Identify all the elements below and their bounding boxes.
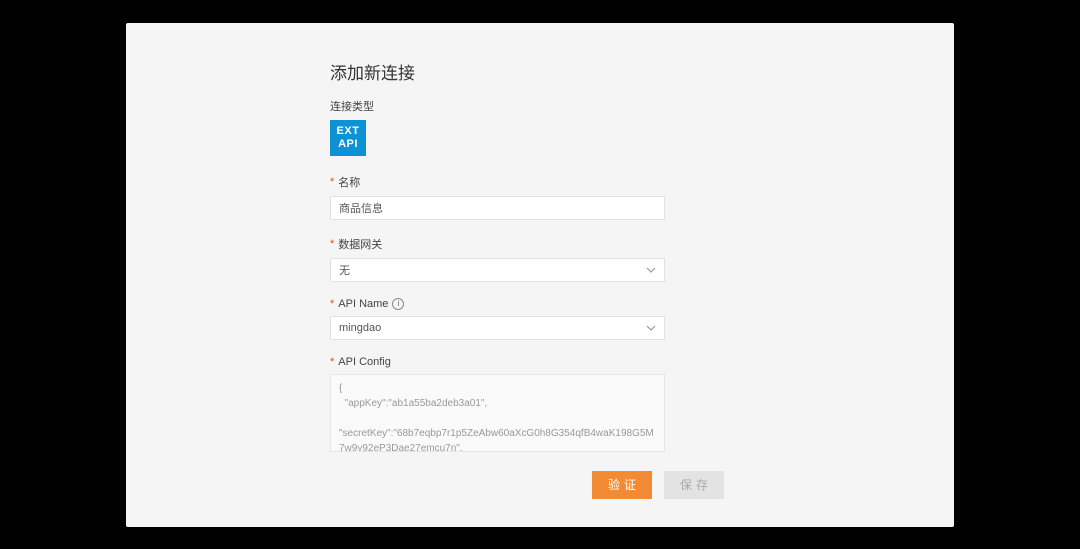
- button-row: 验证 保存: [592, 471, 724, 499]
- tag-line-2: API: [338, 138, 358, 151]
- gateway-label: * 数据网关: [330, 236, 830, 252]
- required-asterisk: *: [330, 238, 334, 250]
- dialog-panel: 添加新连接 连接类型 EXT API * 名称 * 数据网关 无: [126, 23, 954, 527]
- verify-button[interactable]: 验证: [592, 471, 652, 499]
- chevron-down-icon: [646, 265, 656, 275]
- name-input[interactable]: [330, 196, 665, 220]
- connection-type-label: 连接类型: [330, 98, 830, 114]
- api-config-field: * API Config: [330, 356, 830, 457]
- page-title: 添加新连接: [330, 59, 830, 84]
- tag-line-1: EXT: [337, 125, 360, 138]
- required-asterisk: *: [330, 356, 334, 368]
- gateway-select[interactable]: 无: [330, 258, 665, 282]
- api-name-label: * API Name i: [330, 298, 830, 310]
- api-config-textarea[interactable]: [330, 374, 665, 452]
- required-asterisk: *: [330, 176, 334, 188]
- form-container: 添加新连接 连接类型 EXT API * 名称 * 数据网关 无: [330, 59, 830, 457]
- connection-type-field: 连接类型 EXT API: [330, 98, 830, 156]
- api-name-field: * API Name i mingdao: [330, 298, 830, 340]
- api-name-select[interactable]: mingdao: [330, 316, 665, 340]
- name-field: * 名称: [330, 174, 830, 220]
- gateway-field: * 数据网关 无: [330, 236, 830, 282]
- api-name-value: mingdao: [339, 322, 381, 334]
- gateway-value: 无: [339, 262, 350, 278]
- chevron-down-icon: [646, 323, 656, 333]
- ext-api-tag[interactable]: EXT API: [330, 120, 366, 156]
- api-config-label: * API Config: [330, 356, 830, 368]
- name-label: * 名称: [330, 174, 830, 190]
- info-icon[interactable]: i: [392, 298, 404, 310]
- required-asterisk: *: [330, 298, 334, 310]
- save-button: 保存: [664, 471, 724, 499]
